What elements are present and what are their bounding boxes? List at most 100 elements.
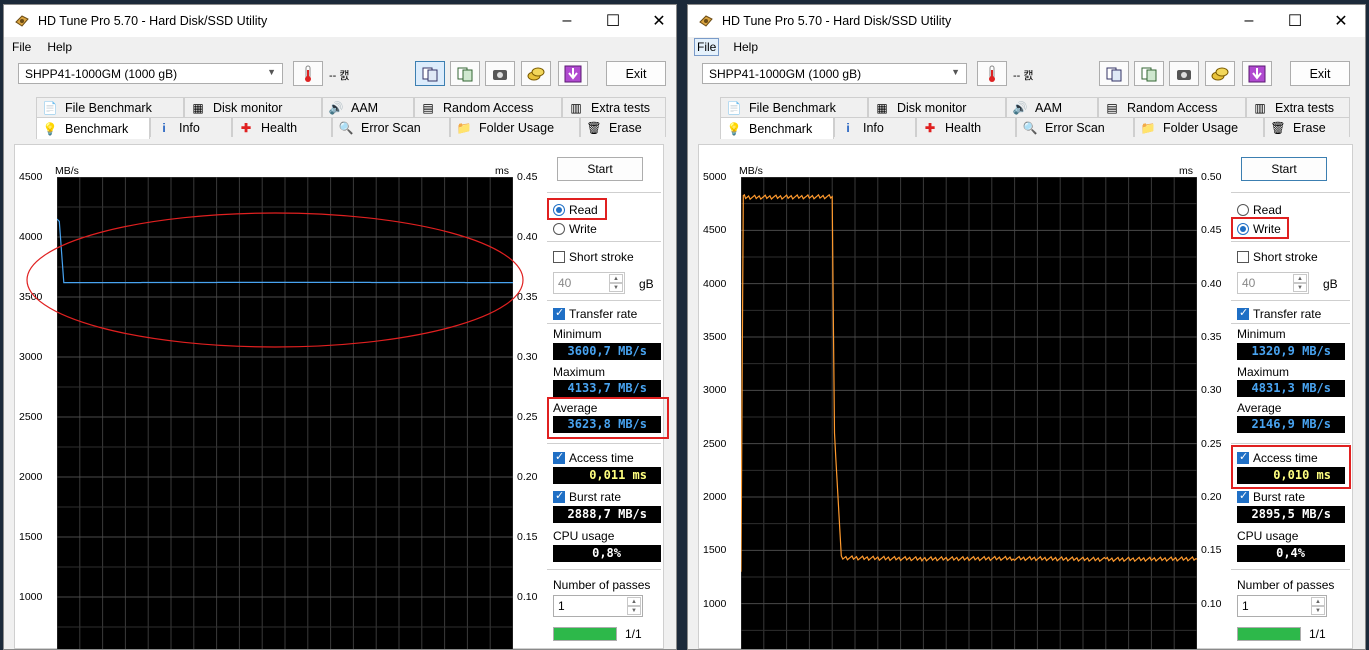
burst-rate-checkbox[interactable]: Burst rate	[1237, 489, 1305, 504]
short-stroke-size-input[interactable]: 40 ▲ ▼	[1237, 272, 1309, 294]
tab-health[interactable]: ✚ Health	[232, 117, 332, 137]
tab-random-access[interactable]: ▤ Random Access	[1098, 97, 1246, 117]
disk-monitor-icon: ▦	[192, 100, 204, 115]
close-button[interactable]: ✕	[636, 5, 676, 37]
tab-benchmark[interactable]: 💡 Benchmark	[36, 117, 150, 139]
options-button[interactable]	[521, 61, 551, 86]
y-tick-label-left: 1500	[19, 531, 43, 543]
copy-screenshot-button[interactable]	[1134, 61, 1164, 86]
tab-erase[interactable]: 🗑 Erase	[1264, 117, 1350, 137]
options-button[interactable]	[1205, 61, 1235, 86]
tab-benchmark[interactable]: 💡 Benchmark	[720, 117, 834, 139]
access-time-checkbox[interactable]: Access time	[553, 450, 634, 465]
pass-progress-bar	[553, 627, 617, 641]
tab-error-scan[interactable]: 🔍 Error Scan	[1016, 117, 1134, 137]
spin-down-icon[interactable]: ▼	[1311, 606, 1325, 615]
divider	[547, 192, 661, 193]
title-bar[interactable]: HD Tune Pro 5.70 - Hard Disk/SSD Utility…	[688, 5, 1365, 37]
title-bar[interactable]: HD Tune Pro 5.70 - Hard Disk/SSD Utility…	[4, 5, 676, 37]
maximize-button[interactable]: ☐	[1272, 5, 1318, 37]
exit-button[interactable]: Exit	[606, 61, 666, 86]
burst-rate-checkbox[interactable]: Burst rate	[553, 489, 621, 504]
tab-label: Random Access	[1127, 100, 1218, 115]
tab-random-access[interactable]: ▤ Random Access	[414, 97, 562, 117]
passes-input[interactable]: 1 ▲ ▼	[1237, 595, 1327, 617]
start-button[interactable]: Start	[1241, 157, 1327, 181]
folder-icon: 📁	[1140, 120, 1156, 135]
copy-text-button[interactable]	[415, 61, 445, 86]
tab-label: Error Scan	[361, 120, 421, 135]
spin-up-icon[interactable]: ▲	[627, 597, 641, 606]
spin-up-icon[interactable]: ▲	[1293, 274, 1307, 283]
spin-down-icon[interactable]: ▼	[1293, 283, 1307, 292]
temperature-button[interactable]	[293, 61, 323, 86]
tab-info[interactable]: i Info	[150, 117, 232, 137]
thermometer-icon	[989, 65, 995, 82]
screenshot-button[interactable]	[485, 61, 515, 86]
menu-help[interactable]: Help	[45, 39, 74, 55]
spin-up-icon[interactable]: ▲	[609, 274, 623, 283]
benchmark-sidebar: Start Read Write Short stroke 40▲▼ gB Tr…	[545, 145, 669, 648]
short-stroke-size-input[interactable]: 40 ▲ ▼	[553, 272, 625, 294]
tab-disk-monitor[interactable]: ▦ Disk monitor	[184, 97, 322, 117]
tab-info[interactable]: i Info	[834, 117, 916, 137]
tab-extra-tests[interactable]: ▥ Extra tests	[1246, 97, 1350, 117]
tab-extra-tests[interactable]: ▥ Extra tests	[562, 97, 666, 117]
spin-down-icon[interactable]: ▼	[609, 283, 623, 292]
short-stroke-checkbox[interactable]: Short stroke	[1237, 250, 1318, 264]
passes-input[interactable]: 1 ▲ ▼	[553, 595, 643, 617]
exit-button[interactable]: Exit	[1290, 61, 1350, 86]
drive-select[interactable]: SHPP41-1000GM (1000 gB) ▼	[702, 63, 967, 84]
read-radio[interactable]: Read	[1237, 203, 1282, 217]
divider	[1231, 569, 1350, 570]
y-tick-label-right: 0.20	[517, 471, 538, 483]
write-radio[interactable]: Write	[553, 222, 597, 236]
divider	[547, 241, 661, 242]
burst-rate-value: 2888,7 MB/s	[553, 506, 661, 523]
tab-health[interactable]: ✚ Health	[916, 117, 1016, 137]
transfer-rate-checkbox[interactable]: Transfer rate	[553, 306, 637, 321]
tab-aam[interactable]: 🔊 AAM	[1006, 97, 1098, 117]
tab-aam[interactable]: 🔊 AAM	[322, 97, 414, 117]
tab-file-benchmark[interactable]: 📄 File Benchmark	[720, 97, 868, 117]
close-button[interactable]: ✕	[1318, 5, 1364, 37]
spin-up-icon[interactable]: ▲	[1311, 597, 1325, 606]
y-tick-label-left: 3000	[703, 384, 727, 397]
transfer-rate-checkbox[interactable]: Transfer rate	[1237, 306, 1321, 321]
highlight-box	[547, 198, 607, 220]
y-tick-label-right: 0.35	[1201, 331, 1222, 343]
tab-folder-usage[interactable]: 📁 Folder Usage	[450, 117, 580, 137]
minimize-button[interactable]: –	[1226, 5, 1272, 37]
pass-progress-text: 1/1	[625, 627, 642, 641]
y-tick-label-left: 1500	[703, 544, 727, 557]
save-button[interactable]	[1242, 61, 1272, 86]
tab-file-benchmark[interactable]: 📄 File Benchmark	[36, 97, 184, 117]
checkbox-box	[1237, 489, 1249, 503]
copy-text-button[interactable]	[1099, 61, 1129, 86]
menu-file[interactable]: File	[10, 39, 33, 55]
short-stroke-checkbox[interactable]: Short stroke	[553, 250, 634, 264]
tab-label: Folder Usage	[1163, 120, 1239, 135]
menu-file[interactable]: File	[694, 38, 720, 56]
benchmark-chart: MB/s ms 4500 0.45 4000 0.40 3500 0.35 3000 0.30…	[15, 145, 545, 649]
start-button[interactable]: Start	[557, 157, 643, 181]
temperature-button[interactable]	[977, 61, 1007, 86]
tab-error-scan[interactable]: 🔍 Error Scan	[332, 117, 450, 137]
maximize-button[interactable]: ☐	[590, 5, 636, 37]
cpu-usage-label: CPU usage	[1237, 529, 1299, 543]
save-button[interactable]	[558, 61, 588, 86]
drive-select[interactable]: SHPP41-1000GM (1000 gB) ▼	[18, 63, 283, 84]
screenshot-button[interactable]	[1169, 61, 1199, 86]
clipboard-icon	[457, 67, 473, 81]
tab-erase[interactable]: 🗑 Erase	[580, 117, 666, 137]
tab-disk-monitor[interactable]: ▦ Disk monitor	[868, 97, 1006, 117]
copy-screenshot-button[interactable]	[450, 61, 480, 86]
menu-help[interactable]: Help	[731, 39, 760, 55]
y-tick-label-left: 2000	[703, 491, 727, 503]
tab-label: Info	[179, 120, 200, 135]
tab-label: AAM	[351, 100, 379, 115]
spin-down-icon[interactable]: ▼	[627, 606, 641, 615]
minimize-button[interactable]: –	[544, 5, 590, 37]
checkbox-box	[1237, 306, 1249, 320]
tab-folder-usage[interactable]: 📁 Folder Usage	[1134, 117, 1264, 137]
